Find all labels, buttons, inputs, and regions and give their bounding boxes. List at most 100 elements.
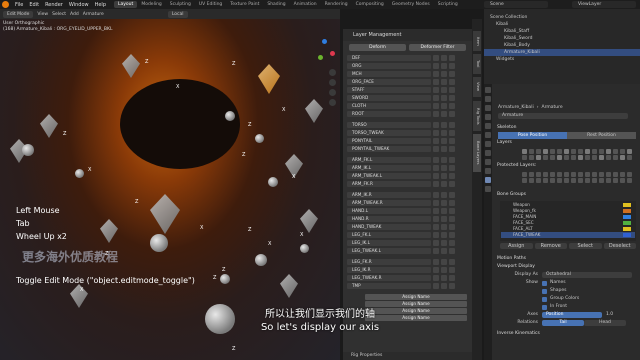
layer-toggle[interactable] xyxy=(606,155,611,160)
solo-icon[interactable] xyxy=(449,137,455,144)
motion-paths-section[interactable]: Motion Paths xyxy=(494,255,640,263)
lock-icon[interactable] xyxy=(441,54,447,61)
eye-icon[interactable] xyxy=(433,54,439,61)
layer-toggle[interactable] xyxy=(627,178,632,183)
eye-icon[interactable] xyxy=(433,156,439,163)
bone[interactable] xyxy=(280,274,298,298)
eye-icon[interactable] xyxy=(433,172,439,179)
menu-edit[interactable]: Edit xyxy=(29,2,39,8)
eye-icon[interactable] xyxy=(433,62,439,69)
layer-name-button[interactable]: CLOTH xyxy=(347,102,431,109)
layer-name-button[interactable]: PONYTAIL xyxy=(347,137,431,144)
eye-icon[interactable] xyxy=(433,274,439,281)
menu-add[interactable]: Add xyxy=(70,12,79,17)
layer-row[interactable]: LEG_FK.R xyxy=(347,258,469,265)
tab-animation[interactable]: Animation xyxy=(290,1,321,8)
lock-icon[interactable] xyxy=(441,247,447,254)
shapes-checkbox[interactable] xyxy=(542,288,547,294)
layer-row[interactable]: STAFF xyxy=(347,86,469,93)
layer-toggle[interactable] xyxy=(536,149,541,154)
constraints-tab-icon[interactable] xyxy=(485,168,491,174)
eye-icon[interactable] xyxy=(433,164,439,171)
layer-row[interactable]: DEF xyxy=(347,54,469,61)
lock-icon[interactable] xyxy=(441,231,447,238)
layer-row[interactable]: HAND.R xyxy=(347,215,469,222)
layer-toggle[interactable] xyxy=(585,178,590,183)
bone-selected[interactable] xyxy=(258,64,280,94)
layer-toggle[interactable] xyxy=(578,172,583,177)
solo-icon[interactable] xyxy=(449,207,455,214)
layer-row[interactable]: LEG_FK.L xyxy=(347,231,469,238)
bone-groups-list[interactable]: Weapon Weapon_fk FACE_MAIN FACE_SEC FACE_ALT… xyxy=(500,201,636,241)
tab-uv-editing[interactable]: UV Editing xyxy=(195,1,226,8)
layer-toggle[interactable] xyxy=(620,172,625,177)
layer-toggle[interactable] xyxy=(564,149,569,154)
layer-toggle[interactable] xyxy=(620,155,625,160)
layer-row[interactable]: MCH xyxy=(347,70,469,77)
layer-toggle[interactable] xyxy=(620,178,625,183)
armature-data-field[interactable]: Armature xyxy=(498,113,628,119)
rig-properties-section[interactable]: Rig Properties xyxy=(343,352,473,360)
orientation-selector[interactable]: Local xyxy=(167,10,188,18)
layer-toggle[interactable] xyxy=(606,178,611,183)
menu-file[interactable]: File xyxy=(15,2,23,8)
layer-toggle[interactable] xyxy=(571,155,576,160)
tab-item[interactable]: Item xyxy=(473,31,481,51)
layer-row[interactable]: ARM_IK.R xyxy=(347,191,469,198)
layer-toggle[interactable] xyxy=(578,149,583,154)
layer-toggle[interactable] xyxy=(592,172,597,177)
layer-toggle[interactable] xyxy=(578,155,583,160)
scene-tab-icon[interactable] xyxy=(485,123,491,129)
layer-name-button[interactable]: ARM_IK.R xyxy=(347,191,431,198)
solo-icon[interactable] xyxy=(449,247,455,254)
layer-toggle[interactable] xyxy=(613,155,618,160)
layer-toggle[interactable] xyxy=(529,149,534,154)
solo-icon[interactable] xyxy=(449,223,455,230)
solo-icon[interactable] xyxy=(449,54,455,61)
bone-groups-section[interactable]: Bone Groups xyxy=(494,191,640,199)
bone-sphere[interactable] xyxy=(255,134,264,143)
outliner-item[interactable]: Kibali_Sword xyxy=(484,35,640,42)
solo-icon[interactable] xyxy=(449,121,455,128)
layer-name-button[interactable]: ORG_FACE xyxy=(347,78,431,85)
bone[interactable] xyxy=(300,209,318,233)
layer-toggle[interactable] xyxy=(564,172,569,177)
solo-icon[interactable] xyxy=(449,274,455,281)
layer-name-button[interactable]: LEG_TWEAK.R xyxy=(347,274,431,281)
layer-name-button[interactable]: ARM_IK.L xyxy=(347,164,431,171)
tab-sculpting[interactable]: Sculpting xyxy=(166,1,195,8)
modifier-tab-icon[interactable] xyxy=(485,150,491,156)
menu-window[interactable]: Window xyxy=(69,2,89,8)
lock-icon[interactable] xyxy=(441,94,447,101)
lock-icon[interactable] xyxy=(441,78,447,85)
layer-toggle[interactable] xyxy=(557,155,562,160)
solo-icon[interactable] xyxy=(449,86,455,93)
layer-toggle[interactable] xyxy=(543,155,548,160)
layer-name-button[interactable]: LEG_IK.L xyxy=(347,239,431,246)
layer-toggle[interactable] xyxy=(599,155,604,160)
layer-toggle[interactable] xyxy=(585,149,590,154)
viewport-display-section[interactable]: Viewport Display xyxy=(494,263,640,271)
layer-toggle[interactable] xyxy=(536,155,541,160)
layer-row[interactable]: LEG_TWEAK.R xyxy=(347,274,469,281)
layer-toggle[interactable] xyxy=(564,178,569,183)
layer-toggle[interactable] xyxy=(599,172,604,177)
lock-icon[interactable] xyxy=(441,274,447,281)
protected-layers-grid[interactable] xyxy=(522,172,636,183)
scene-selector[interactable]: Scene xyxy=(484,1,548,8)
tab-rendering[interactable]: Rendering xyxy=(321,1,352,8)
eye-icon[interactable] xyxy=(433,70,439,77)
lock-icon[interactable] xyxy=(441,129,447,136)
layer-toggle[interactable] xyxy=(564,155,569,160)
layer-toggle[interactable] xyxy=(606,149,611,154)
eye-icon[interactable] xyxy=(433,199,439,206)
layer-name-button[interactable]: STAFF xyxy=(347,86,431,93)
layer-toggle[interactable] xyxy=(592,178,597,183)
bone[interactable] xyxy=(100,219,118,243)
layer-toggle[interactable] xyxy=(522,178,527,183)
bone[interactable] xyxy=(40,114,58,138)
lock-icon[interactable] xyxy=(441,121,447,128)
zoom-icon[interactable] xyxy=(329,69,336,76)
layer-name-button[interactable]: MCH xyxy=(347,70,431,77)
layer-toggle[interactable] xyxy=(557,172,562,177)
